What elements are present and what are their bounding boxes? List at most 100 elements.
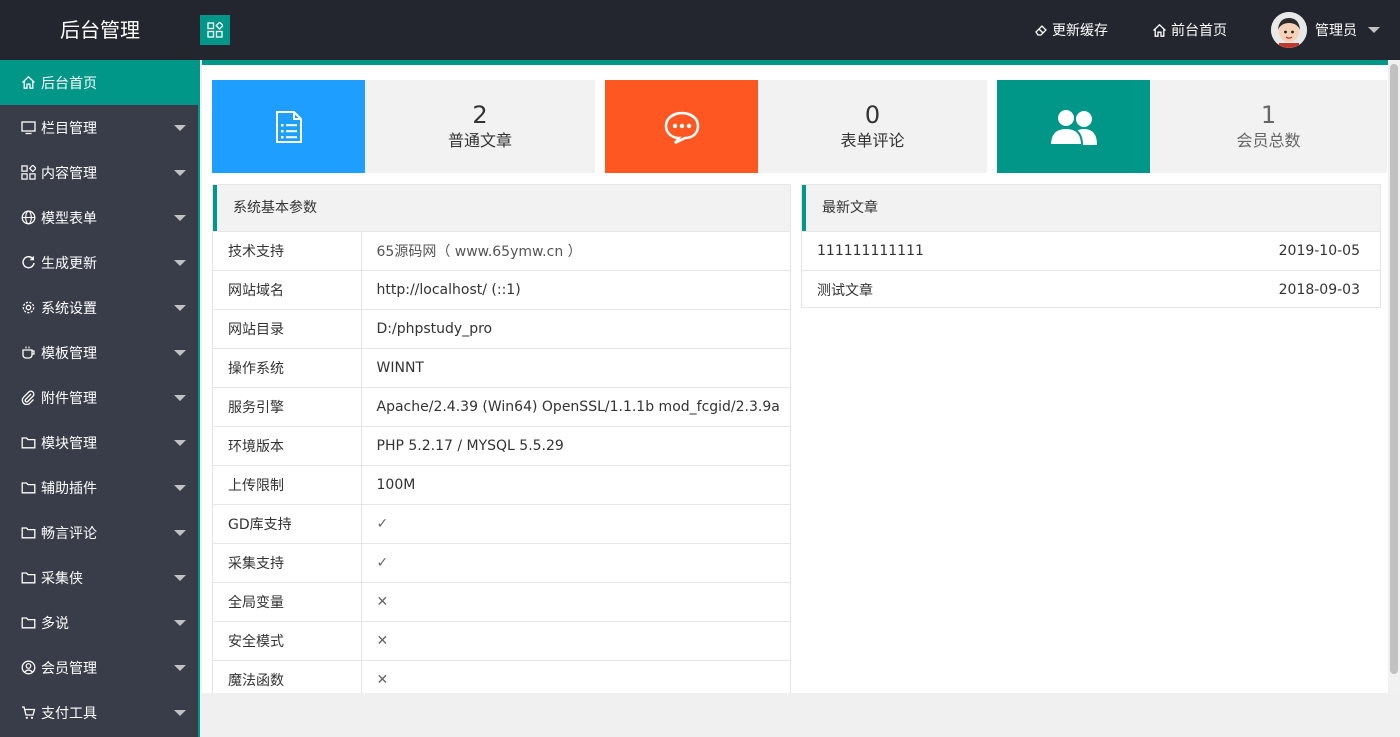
chevron-down-icon [174, 305, 186, 311]
stat-card-members[interactable]: 1 会员总数 [997, 80, 1387, 173]
scrollbar-thumb[interactable] [1390, 64, 1398, 674]
chevron-down-icon [174, 440, 186, 446]
front-home-link[interactable]: 前台首页 [1152, 20, 1227, 40]
sidebar-item-collector[interactable]: 采集侠 [0, 555, 198, 600]
list-item[interactable]: 111111111111 2019-10-05 [802, 231, 1380, 270]
cross-icon: ✕ [361, 582, 790, 622]
clear-cache-link[interactable]: 更新缓存 [1034, 20, 1108, 40]
param-key: 网站目录 [213, 309, 362, 349]
document-icon [275, 110, 302, 143]
sidebar-item-plugins[interactable]: 辅助插件 [0, 465, 198, 510]
front-home-label: 前台首页 [1171, 23, 1227, 39]
paperclip-icon [20, 390, 36, 406]
sidebar-item-label: 后台首页 [41, 75, 97, 92]
system-params-panel: 系统基本参数 技术支持 65源码网（ www.65ymw.cn ） 网站域名 h… [212, 184, 791, 700]
table-row: 网站目录 D:/phpstudy_pro [213, 309, 790, 349]
sidebar-item-home[interactable]: 后台首页 [0, 60, 198, 105]
sidebar-item-label: 畅言评论 [41, 525, 97, 542]
stat-label: 表单评论 [840, 130, 905, 150]
sidebar-item-model-forms[interactable]: 模型表单 [0, 195, 198, 240]
param-key: 服务引擎 [213, 387, 362, 427]
chevron-down-icon [174, 530, 186, 536]
sidebar-item-content[interactable]: 内容管理 [0, 150, 198, 195]
home-icon [20, 75, 36, 91]
param-key: 操作系统 [213, 348, 362, 388]
globe-icon [20, 210, 36, 226]
vertical-scrollbar[interactable] [1388, 60, 1400, 693]
table-row: 服务引擎 Apache/2.4.39 (Win64) OpenSSL/1.1.1… [213, 387, 790, 427]
sidebar-item-generate[interactable]: 生成更新 [0, 240, 198, 285]
sidebar-item-columns[interactable]: 栏目管理 [0, 105, 198, 150]
param-value: PHP 5.2.17 / MYSQL 5.5.29 [361, 426, 790, 466]
user-menu[interactable]: 管理员 [1271, 12, 1380, 48]
panel-title: 最新文章 [802, 185, 1380, 231]
param-key: 采集支持 [213, 543, 362, 583]
param-value: 100M [361, 465, 790, 505]
gear-icon [20, 300, 36, 316]
chevron-down-icon [174, 350, 186, 356]
stat-icon-box [605, 80, 758, 173]
article-date: 2018-09-03 [1278, 282, 1360, 298]
article-date: 2019-10-05 [1278, 243, 1360, 259]
stat-value: 1 [1260, 100, 1277, 129]
refresh-icon [20, 255, 36, 271]
folder-icon [20, 525, 36, 541]
sidebar-item-label: 系统设置 [41, 300, 97, 317]
stat-label: 普通文章 [447, 130, 512, 150]
stat-value: 0 [864, 100, 881, 129]
stat-label: 会员总数 [1236, 130, 1301, 150]
sidebar-toggle-button[interactable] [200, 15, 230, 45]
sidebar-item-label: 附件管理 [41, 390, 97, 407]
sidebar-item-members[interactable]: 会员管理 [0, 645, 198, 690]
chevron-down-icon [174, 620, 186, 626]
sidebar-item-label: 采集侠 [41, 570, 83, 587]
table-row: 全局变量 ✕ [213, 582, 790, 622]
list-item[interactable]: 测试文章 2018-09-03 [802, 270, 1380, 309]
brand-title: 后台管理 [60, 18, 140, 42]
sidebar-item-label: 模型表单 [41, 210, 97, 227]
stat-icon-box [997, 80, 1150, 173]
sidebar-item-changyan[interactable]: 畅言评论 [0, 510, 198, 555]
chevron-down-icon [174, 575, 186, 581]
footer-area [202, 693, 1400, 737]
stat-card-comments[interactable]: 0 表单评论 [605, 80, 987, 173]
param-key: 全局变量 [213, 582, 362, 622]
sidebar-item-label: 会员管理 [41, 660, 97, 677]
table-row: 采集支持 ✓ [213, 543, 790, 583]
sidebar-item-modules[interactable]: 模块管理 [0, 420, 198, 465]
sidebar: 后台首页 栏目管理 内容管理 模型表单 生成更新 系统设置 模板管理 附件管理 … [0, 60, 200, 737]
apps-icon [207, 22, 223, 38]
param-key: 安全模式 [213, 621, 362, 661]
user-name: 管理员 [1315, 23, 1357, 39]
sidebar-item-templates[interactable]: 模板管理 [0, 330, 198, 375]
panel-title: 系统基本参数 [213, 185, 790, 231]
sidebar-item-label: 生成更新 [41, 255, 97, 272]
chevron-down-icon [174, 485, 186, 491]
param-value[interactable]: 65源码网（ www.65ymw.cn ） [361, 231, 790, 271]
stat-card-articles[interactable]: 2 普通文章 [212, 80, 595, 173]
article-title[interactable]: 测试文章 [817, 280, 873, 300]
cup-icon [20, 345, 36, 361]
sidebar-item-label: 内容管理 [41, 165, 97, 182]
check-icon: ✓ [361, 504, 790, 544]
sidebar-item-label: 多说 [41, 615, 69, 632]
clear-cache-label: 更新缓存 [1052, 23, 1108, 39]
table-row: 网站域名 http://localhost/ (::1) [213, 270, 790, 310]
sidebar-item-duoshuo[interactable]: 多说 [0, 600, 198, 645]
table-row: 上传限制 100M [213, 465, 790, 505]
article-title[interactable]: 111111111111 [817, 243, 924, 259]
param-key: 环境版本 [213, 426, 362, 466]
sidebar-item-payment[interactable]: 支付工具 [0, 690, 198, 735]
check-icon: ✓ [361, 543, 790, 583]
stat-icon-box [212, 80, 365, 173]
apps-icon [20, 165, 36, 181]
user-circle-icon [20, 660, 36, 676]
chevron-down-icon [174, 170, 186, 176]
cart-icon [20, 705, 36, 721]
param-key: GD库支持 [213, 504, 362, 544]
table-row: 技术支持 65源码网（ www.65ymw.cn ） [213, 231, 790, 271]
sidebar-item-system-settings[interactable]: 系统设置 [0, 285, 198, 330]
stat-value: 2 [472, 100, 488, 129]
system-params-table: 技术支持 65源码网（ www.65ymw.cn ） 网站域名 http://l… [213, 231, 790, 700]
sidebar-item-attachments[interactable]: 附件管理 [0, 375, 198, 420]
